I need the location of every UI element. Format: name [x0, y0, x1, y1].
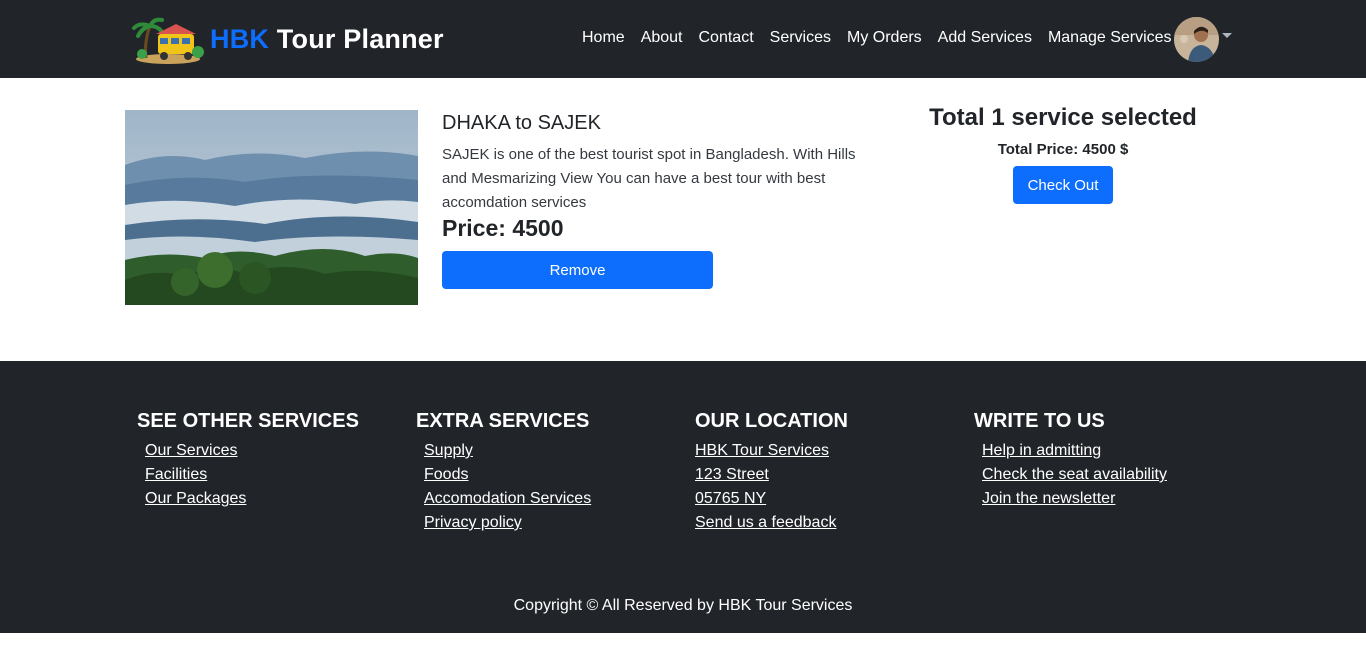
nav-link-services[interactable]: Services: [762, 29, 839, 47]
cart-total-price: Total Price: 4500 $: [997, 141, 1129, 158]
footer-column-location: OUR LOCATION HBK Tour Services 123 Stree…: [695, 410, 848, 538]
footer-link-privacy-policy[interactable]: Privacy policy: [424, 514, 522, 531]
brand-logo-icon: [132, 17, 204, 64]
nav-links: Home About Contact Services My Orders Ad…: [574, 29, 1180, 47]
nav-link-home[interactable]: Home: [574, 29, 633, 47]
service-image: [125, 110, 418, 305]
footer-heading: WRITE TO US: [974, 410, 1105, 432]
nav-link-about[interactable]: About: [633, 29, 691, 47]
footer-link-list: Help in admitting Check the seat availab…: [974, 442, 1167, 514]
cart-summary-title: Total 1 service selected: [929, 104, 1197, 131]
nav-link-my-orders[interactable]: My Orders: [839, 29, 930, 47]
footer-link-help-admitting[interactable]: Help in admitting: [982, 442, 1101, 459]
brand-title-rest: Tour Planner: [269, 23, 444, 54]
service-price: Price: 4500: [442, 215, 564, 241]
footer-link-seat-availability[interactable]: Check the seat availability: [982, 466, 1167, 483]
brand-title-accent: HBK: [210, 23, 270, 54]
remove-button[interactable]: Remove: [442, 251, 713, 289]
footer-link-newsletter[interactable]: Join the newsletter: [982, 490, 1115, 507]
chevron-down-icon: [1222, 33, 1232, 38]
footer-link-list: HBK Tour Services 123 Street 05765 NY Se…: [695, 442, 848, 538]
footer-link-company-name[interactable]: HBK Tour Services: [695, 442, 829, 459]
footer-link-feedback[interactable]: Send us a feedback: [695, 514, 836, 531]
footer-link-list: Supply Foods Accomodation Services Priva…: [416, 442, 591, 538]
footer-column-write-to-us: WRITE TO US Help in admitting Check the …: [974, 410, 1167, 514]
footer-link-our-packages[interactable]: Our Packages: [145, 490, 246, 507]
footer-link-our-services[interactable]: Our Services: [145, 442, 237, 459]
service-title: DHAKA to SAJEK: [442, 112, 601, 134]
user-menu-toggle[interactable]: [1174, 17, 1232, 62]
checkout-button[interactable]: Check Out: [1013, 166, 1113, 204]
copyright-text: Copyright © All Reserved by HBK Tour Ser…: [513, 597, 853, 614]
footer-column-other-services: SEE OTHER SERVICES Our Services Faciliti…: [137, 410, 359, 514]
footer-heading: EXTRA SERVICES: [416, 410, 590, 432]
footer-link-street[interactable]: 123 Street: [695, 466, 769, 483]
nav-link-add-services[interactable]: Add Services: [930, 29, 1040, 47]
footer-link-accomodation-services[interactable]: Accomodation Services: [424, 490, 591, 507]
footer-link-supply[interactable]: Supply: [424, 442, 473, 459]
brand-link[interactable]: HBK Tour Planner: [130, 12, 444, 66]
footer-column-extra-services: EXTRA SERVICES Supply Foods Accomodation…: [416, 410, 591, 538]
footer-heading: OUR LOCATION: [695, 410, 848, 432]
navbar: HBK Tour Planner Home About Contact Serv…: [0, 0, 1366, 78]
nav-link-manage-services[interactable]: Manage Services: [1040, 29, 1180, 47]
footer: SEE OTHER SERVICES Our Services Faciliti…: [0, 361, 1366, 633]
footer-link-zip[interactable]: 05765 NY: [695, 490, 766, 507]
footer-link-foods[interactable]: Foods: [424, 466, 468, 483]
nav-link-contact[interactable]: Contact: [691, 29, 762, 47]
brand-title: HBK Tour Planner: [210, 24, 444, 55]
service-description: SAJEK is one of the best tourist spot in…: [442, 146, 856, 211]
footer-link-list: Our Services Facilities Our Packages: [137, 442, 359, 514]
user-avatar[interactable]: [1174, 17, 1219, 62]
footer-link-facilities[interactable]: Facilities: [145, 466, 207, 483]
footer-heading: SEE OTHER SERVICES: [137, 410, 359, 432]
